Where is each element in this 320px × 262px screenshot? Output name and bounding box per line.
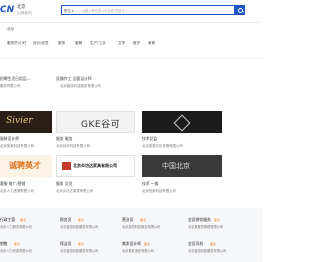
employer-banner[interactable]: GKE谷可: [56, 111, 135, 133]
banner-logo-text: GKE谷可: [81, 120, 121, 130]
employer-banner[interactable]: 北京炎坊达家具有限公司: [56, 155, 135, 177]
salary-tag: 面议: [14, 242, 21, 246]
salary-tag: 面议: [78, 242, 85, 246]
salary-tag: 面议: [140, 218, 147, 222]
salary-tag: 面议: [210, 242, 217, 246]
job-title[interactable]: 客服 推广/营销: [0, 181, 52, 187]
list-job-title[interactable]: 全员餐饮服务: [188, 217, 211, 223]
employer-banner[interactable]: [142, 111, 222, 133]
company-logo-icon: [62, 162, 71, 170]
search-category-select[interactable]: 职位 ▾: [64, 8, 74, 13]
section-title: 北京: [7, 27, 15, 31]
list-job-title[interactable]: 营业员: [122, 217, 133, 223]
list-company[interactable]: 北京鑫信科技服务有限公司: [188, 248, 258, 253]
list-company[interactable]: 北京人力资源有限公司: [0, 248, 54, 253]
category-link[interactable]: 家政: [148, 41, 155, 46]
list-job-title[interactable]: 美发设计师: [122, 241, 141, 247]
job-company[interactable]: 服务有限公司: [0, 83, 54, 88]
category-link[interactable]: 医疗: [133, 41, 140, 46]
job-title[interactable]: 技术 一般: [142, 181, 222, 187]
category-link[interactable]: 生产/工业: [90, 41, 106, 46]
list-job-title[interactable]: 保洁员: [60, 241, 71, 247]
category-link[interactable]: 服务员/小时: [7, 41, 26, 46]
job-title[interactable]: 服务 文员: [56, 181, 136, 187]
search-input[interactable]: 请输入职位或公司名称/关键字: [82, 8, 125, 13]
banner-logo-text: Sivier: [6, 116, 33, 126]
site-logo[interactable]: CN: [0, 5, 14, 15]
job-company[interactable]: 北京鑫信科技服务有限公司: [60, 83, 140, 88]
job-company[interactable]: 北京某某文化传媒有限公司: [142, 143, 222, 148]
list-company[interactable]: 北京鑫信科技服务有限公司: [122, 224, 184, 229]
banner-logo-text: 北京炎坊达家具有限公司: [73, 163, 117, 168]
salary-tag: 面议: [20, 218, 27, 222]
job-company[interactable]: 北京某某科技有限公司: [0, 143, 52, 148]
employer-banner[interactable]: 诚聘英才: [0, 155, 52, 177]
salary-tag: 面议: [78, 218, 85, 222]
list-company[interactable]: 北京人力服务有限公司: [0, 224, 54, 229]
list-job-title[interactable]: 全员司机: [188, 241, 203, 247]
banner-logo-text: 诚聘英才: [9, 161, 41, 170]
category-link[interactable]: 客服: [75, 41, 82, 46]
list-company[interactable]: 北京鑫信科技服务有限公司: [60, 248, 122, 253]
header-divider: [0, 22, 262, 23]
list-company[interactable]: 北京美发造型有限公司: [122, 248, 184, 253]
search-bar[interactable]: 职位 ▾ 请输入职位或公司名称/关键字: [61, 5, 235, 15]
category-link[interactable]: 设计/创意: [33, 41, 49, 46]
search-button[interactable]: [235, 5, 245, 15]
list-job-title[interactable]: 销售: [0, 241, 8, 247]
salary-tag: 面议: [214, 218, 221, 222]
category-link[interactable]: 服务: [58, 41, 65, 46]
list-job-title[interactable]: 财务员: [60, 217, 71, 223]
list-company[interactable]: 北京鑫信科技服务有限公司: [60, 224, 122, 229]
job-title[interactable]: 操作工 全客设计师: [60, 76, 140, 82]
job-company[interactable]: 北京炎坊达家具有限公司: [56, 188, 136, 193]
job-company[interactable]: 北京宜家科技有限公司: [142, 188, 222, 193]
job-company[interactable]: 北京人力资源有限公司: [0, 188, 52, 193]
category-link[interactable]: 文学: [118, 41, 125, 46]
banner-logo-text: 中国北京: [162, 162, 190, 170]
job-title[interactable]: 技术总监: [142, 136, 222, 142]
employer-banner[interactable]: Sivier: [0, 111, 52, 133]
job-title[interactable]: 招聘生活日用品…: [0, 76, 54, 82]
employer-banner[interactable]: 中国北京: [142, 155, 222, 177]
list-company[interactable]: 北京某餐饮管理有限公司: [188, 224, 258, 229]
category-divider: [0, 58, 262, 59]
list-job-title[interactable]: 行政主管: [0, 217, 15, 223]
salary-tag: 面议: [144, 242, 151, 246]
city-switch-link[interactable]: [切换城市]: [17, 10, 32, 15]
diamond-logo-icon: [173, 114, 191, 132]
job-title[interactable]: 服装设计师: [0, 136, 52, 142]
job-title[interactable]: 服务 服务: [56, 136, 136, 142]
job-company[interactable]: 北京谷可科技有限公司: [56, 143, 136, 148]
